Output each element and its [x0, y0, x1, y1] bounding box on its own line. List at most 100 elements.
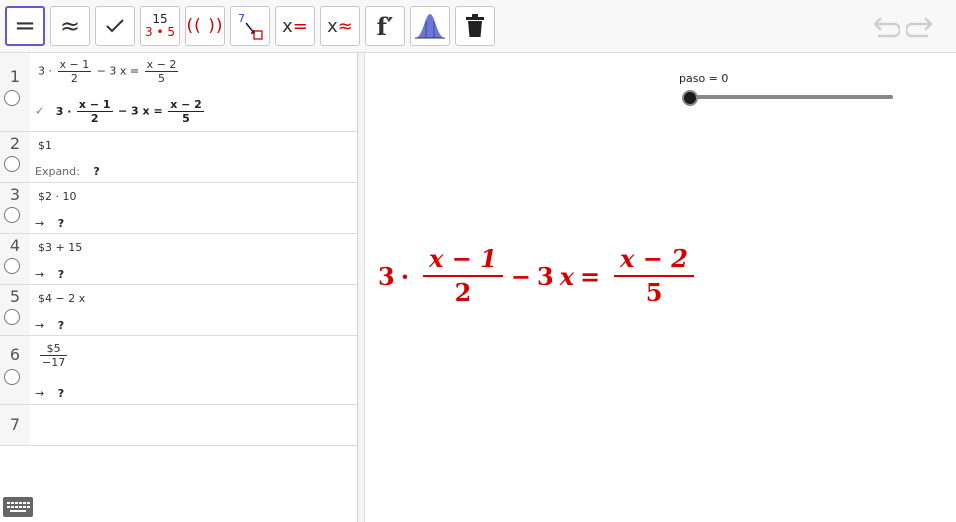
algebra-row-6: 6 $5 −17 → ?	[0, 336, 357, 405]
numeric-tool-label: ≈	[59, 12, 81, 40]
arrow-icon: →	[35, 217, 45, 230]
input-part-a: 3 ·	[38, 64, 52, 78]
input-fraction-2: x − 2 5	[144, 58, 179, 85]
substitute-tool-button[interactable]: 7	[230, 6, 270, 46]
fraction-denominator: 2	[70, 72, 78, 85]
output-value: ?	[57, 268, 65, 281]
redo-button[interactable]	[904, 14, 936, 40]
keep-input-tool-button[interactable]	[95, 6, 135, 46]
fraction-denominator: 5	[158, 72, 166, 85]
row-6-input[interactable]: $5 −17	[38, 342, 69, 369]
view-splitter[interactable]	[358, 53, 365, 522]
algebra-row-5: 5 $4 − 2 x → ?	[0, 285, 357, 336]
fraction-numerator: x − 1	[423, 243, 503, 277]
input-part-b: − 3 x =	[96, 64, 140, 78]
visibility-toggle[interactable]	[4, 258, 20, 274]
evaluate-tool-label: =	[14, 11, 36, 41]
fraction-denominator: 2	[454, 278, 472, 307]
fraction-denominator: 5	[182, 112, 190, 125]
toolbar: = ≈ 15 3 • 5 (( )) 7 x = x ≈ f′	[0, 0, 956, 53]
solve-tool-x: x	[282, 15, 293, 37]
slider-label: paso = 0	[679, 72, 729, 85]
row-number: 6	[9, 345, 21, 364]
output-value: ?	[93, 165, 100, 178]
fraction-numerator: x − 2	[168, 98, 204, 112]
row-3-output: → ?	[35, 217, 64, 230]
output-fraction-2: x − 2 5	[168, 98, 204, 125]
fraction-numerator: x − 2	[614, 243, 694, 277]
fraction-denominator: −17	[42, 356, 66, 369]
substitute-icon-digit: 7	[238, 12, 245, 25]
equation-text[interactable]: 3 · x − 1 2 − 3 x = x − 2 5	[378, 243, 702, 309]
fraction-denominator: 2	[90, 112, 99, 125]
factor-tool-bottom: 3 • 5	[145, 25, 175, 39]
output-value: ?	[57, 387, 65, 400]
algebra-row-7[interactable]: 7	[0, 405, 357, 446]
nsolve-tool-approx: ≈	[337, 15, 353, 37]
undo-button[interactable]	[870, 14, 902, 40]
row-5-input[interactable]: $4 − 2 x	[38, 292, 85, 305]
output-part-a: 3 ·	[55, 104, 72, 118]
algebra-row-4: 4 $3 + 15 → ?	[0, 234, 357, 285]
row-number: 2	[9, 134, 21, 153]
algebra-row-1: 1 3 · x − 1 2 − 3 x = x − 2 5 ✓ 3 · x − …	[0, 53, 357, 132]
evaluate-tool-button[interactable]: =	[5, 6, 45, 46]
row-1-input[interactable]: 3 · x − 1 2 − 3 x = x − 2 5	[38, 58, 180, 85]
derivative-tool-label: f′	[376, 11, 394, 41]
delete-tool-button[interactable]	[455, 6, 495, 46]
factor-tool-button[interactable]: 15 3 • 5	[140, 6, 180, 46]
slider-track[interactable]	[689, 95, 893, 99]
redo-icon	[904, 17, 933, 38]
row-2-input[interactable]: $1	[38, 139, 52, 152]
row-number: 4	[9, 236, 21, 255]
expand-tool-button[interactable]: (( ))	[185, 6, 225, 46]
fraction-numerator: x − 2	[144, 58, 179, 72]
row-4-output: → ?	[35, 268, 64, 281]
equation-coef: 3	[378, 261, 395, 291]
derivative-tool-button[interactable]: f′	[365, 6, 405, 46]
keyboard-button[interactable]	[3, 497, 33, 517]
algebra-row-3: 3 $2 · 10 → ?	[0, 183, 357, 234]
keyboard-icon	[7, 502, 30, 512]
output-value: ?	[57, 217, 65, 230]
output-fraction-1: x − 1 2	[76, 98, 113, 125]
fraction-numerator: x − 1	[76, 98, 113, 112]
undo-icon	[873, 17, 902, 38]
equation-dot: ·	[400, 261, 410, 291]
algebra-row-2: 2 $1 Expand: ?	[0, 132, 357, 183]
row-number: 1	[9, 67, 21, 86]
algebra-view: 1 3 · x − 1 2 − 3 x = x − 2 5 ✓ 3 · x − …	[0, 53, 358, 522]
substitute-icon: 7	[238, 12, 263, 40]
visibility-toggle[interactable]	[4, 207, 20, 223]
visibility-toggle[interactable]	[4, 90, 20, 106]
equation-equals: =	[580, 261, 601, 291]
fraction-denominator: 5	[645, 278, 663, 307]
fraction-numerator: $5	[40, 342, 68, 356]
slider-knob[interactable]	[682, 90, 698, 106]
equation-term: 3	[537, 261, 554, 291]
row-6-output: → ?	[35, 387, 64, 400]
row-4-input[interactable]: $3 + 15	[38, 241, 82, 254]
equation-fraction-1: x − 1 2	[423, 243, 503, 309]
nsolve-tool-x: x	[327, 15, 338, 37]
row-5-output: → ?	[35, 319, 64, 332]
output-value: ?	[57, 319, 65, 332]
fraction-numerator: x − 1	[57, 58, 92, 72]
nsolve-tool-button[interactable]: x ≈	[320, 6, 360, 46]
visibility-toggle[interactable]	[4, 156, 20, 172]
row-1-output: ✓ 3 · x − 1 2 − 3 x = x − 2 5	[35, 98, 206, 125]
solve-tool-eq: =	[292, 15, 308, 37]
numeric-tool-button[interactable]: ≈	[50, 6, 90, 46]
output-part-b: − 3 x =	[118, 104, 163, 118]
graphics-view[interactable]: paso = 0 3 · x − 1 2 − 3 x = x − 2 5	[366, 53, 956, 522]
expand-tool-label: (( ))	[186, 16, 224, 36]
probability-tool-button[interactable]	[410, 6, 450, 46]
arrow-icon: →	[35, 319, 45, 332]
row-2-output: Expand: ?	[35, 165, 100, 178]
solve-tool-button[interactable]: x =	[275, 6, 315, 46]
row-3-input[interactable]: $2 · 10	[38, 190, 76, 203]
visibility-toggle[interactable]	[4, 369, 20, 385]
delete-icon	[466, 14, 484, 37]
check-mark-icon: ✓	[35, 104, 45, 118]
visibility-toggle[interactable]	[4, 309, 20, 325]
